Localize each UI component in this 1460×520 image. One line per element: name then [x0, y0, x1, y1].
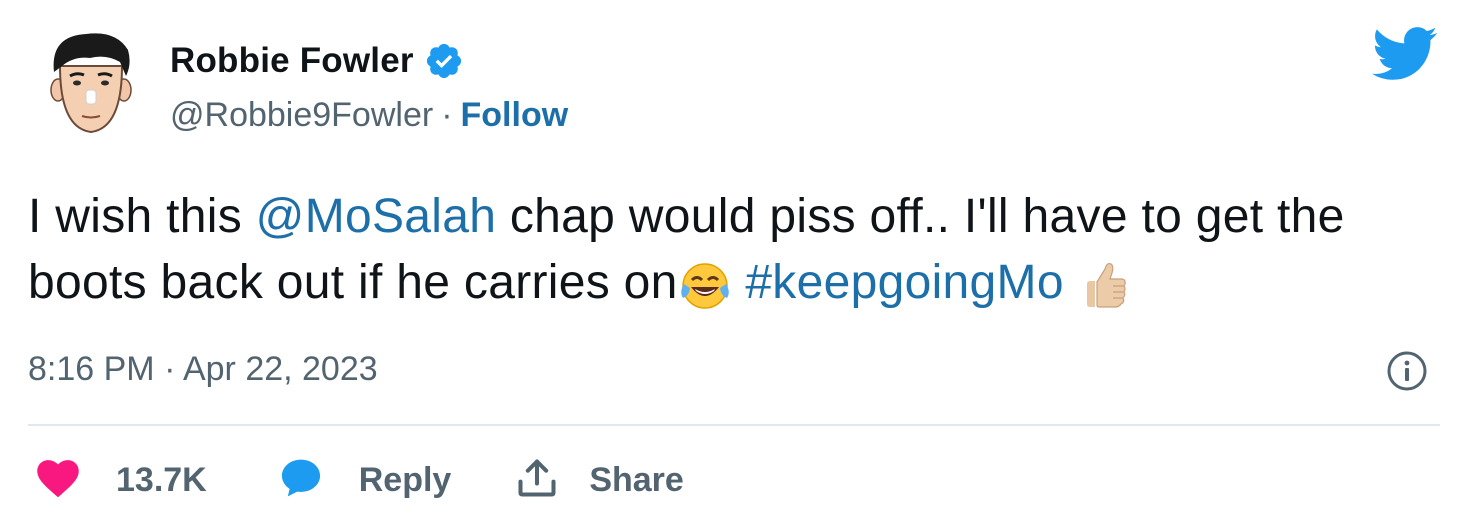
- author-name[interactable]: Robbie Fowler: [170, 41, 414, 81]
- share-icon: [515, 456, 559, 505]
- action-bar: 13.7K Reply Share: [36, 452, 684, 508]
- twitter-bird-icon[interactable]: [1372, 26, 1438, 82]
- reply-button[interactable]: Reply: [279, 456, 452, 505]
- share-button[interactable]: Share: [515, 456, 684, 505]
- face-with-tears-of-joy-emoji: [678, 258, 732, 312]
- like-button[interactable]: 13.7K: [36, 458, 207, 503]
- avatar[interactable]: [46, 28, 136, 138]
- handle-row: @Robbie9Fowler · Follow: [170, 86, 568, 144]
- tweet-card: Robbie Fowler @Robbie9Fowler · Follow I …: [0, 0, 1460, 520]
- name-row: Robbie Fowler: [170, 36, 568, 86]
- heart-icon: [36, 458, 80, 503]
- tweet-text: I wish this @MoSalah chap would piss off…: [28, 184, 1438, 316]
- reply-label: Reply: [358, 460, 452, 499]
- tweet-text-part: I wish this: [28, 190, 256, 243]
- tweet-timestamp[interactable]: 8:16 PM · Apr 22, 2023: [28, 346, 378, 392]
- author-handle[interactable]: @Robbie9Fowler: [170, 96, 433, 135]
- info-icon[interactable]: [1386, 350, 1428, 392]
- reply-bubble-icon: [279, 456, 323, 505]
- divider: [28, 424, 1440, 426]
- follow-button[interactable]: Follow: [461, 96, 569, 135]
- thumbs-up-emoji: [1077, 257, 1133, 313]
- mention-link[interactable]: @MoSalah: [256, 190, 497, 243]
- author-block: Robbie Fowler @Robbie9Fowler · Follow: [170, 36, 568, 144]
- verified-badge-icon: [424, 41, 464, 81]
- separator-dot: ·: [441, 95, 453, 134]
- like-count: 13.7K: [116, 460, 207, 499]
- hashtag-link[interactable]: #keepgoingMo: [745, 256, 1064, 309]
- share-label: Share: [589, 460, 684, 499]
